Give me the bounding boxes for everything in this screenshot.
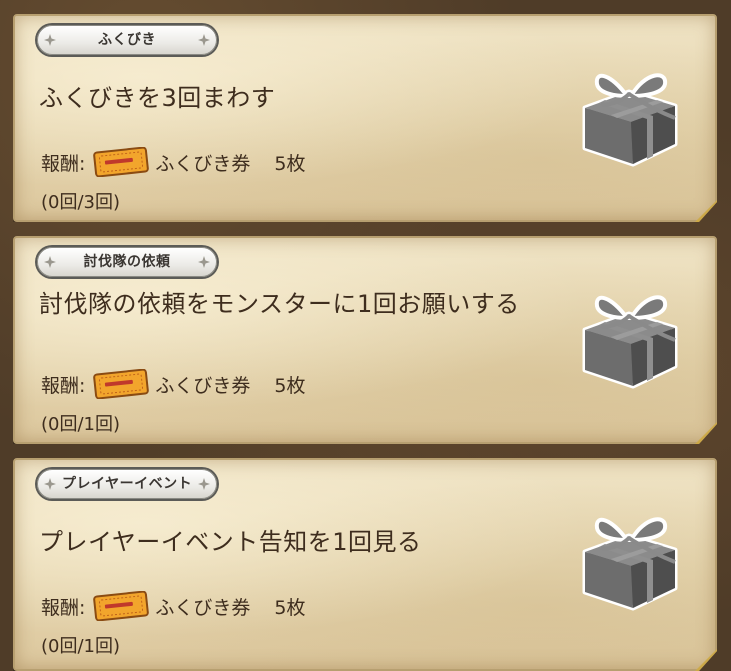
mission-card[interactable]: プレイヤーイベント プレイヤーイベント告知を1回見る 報酬: ふくびき券 5枚 … — [13, 458, 717, 671]
mission-card[interactable]: ふくびき ふくびきを3回まわす 報酬: ふくびき券 5枚 (0回/3回) — [13, 14, 717, 222]
category-tag: プレイヤーイベント — [37, 469, 217, 499]
diamond-ornament-icon — [44, 34, 56, 46]
mission-progress: (0回/1回) — [41, 414, 121, 435]
diamond-ornament-icon — [198, 478, 210, 490]
gift-box-icon — [571, 278, 693, 394]
page-curl — [695, 422, 717, 444]
gift-box-icon — [571, 500, 693, 616]
category-label: プレイヤーイベント — [62, 476, 193, 492]
diamond-ornament-icon — [44, 256, 56, 268]
mission-title: ふくびきを3回まわす — [39, 84, 276, 112]
reward-item: ふくびき券 — [155, 596, 251, 619]
ticket-icon — [93, 147, 149, 177]
ticket-icon — [93, 591, 149, 621]
reward-amount: 5枚 — [274, 374, 306, 397]
mission-progress: (0回/3回) — [41, 192, 121, 213]
reward-row: 報酬: ふくびき券 5枚 — [41, 366, 306, 402]
mission-title: プレイヤーイベント告知を1回見る — [39, 528, 422, 556]
reward-amount: 5枚 — [274, 152, 306, 175]
reward-item: ふくびき券 — [155, 374, 251, 397]
reward-amount: 5枚 — [274, 596, 306, 619]
reward-row: 報酬: ふくびき券 5枚 — [41, 588, 306, 624]
ticket-icon — [93, 369, 149, 399]
reward-row: 報酬: ふくびき券 5枚 — [41, 144, 306, 180]
diamond-ornament-icon — [198, 34, 210, 46]
category-label: ふくびき — [98, 32, 156, 48]
diamond-ornament-icon — [44, 478, 56, 490]
diamond-ornament-icon — [198, 256, 210, 268]
gift-box-icon — [571, 56, 693, 172]
reward-label: 報酬: — [41, 152, 86, 175]
mission-card[interactable]: 討伐隊の依頼 討伐隊の依頼をモンスターに1回お願いする 報酬: ふくびき券 5枚… — [13, 236, 717, 444]
reward-label: 報酬: — [41, 374, 86, 397]
page-curl — [695, 200, 717, 222]
mission-progress: (0回/1回) — [41, 636, 121, 657]
category-tag: ふくびき — [37, 25, 217, 55]
mission-title: 討伐隊の依頼をモンスターに1回お願いする — [39, 290, 520, 318]
reward-label: 報酬: — [41, 596, 86, 619]
category-tag: 討伐隊の依頼 — [37, 247, 217, 277]
page-curl — [695, 649, 717, 671]
reward-item: ふくびき券 — [155, 152, 251, 175]
category-label: 討伐隊の依頼 — [83, 254, 171, 270]
